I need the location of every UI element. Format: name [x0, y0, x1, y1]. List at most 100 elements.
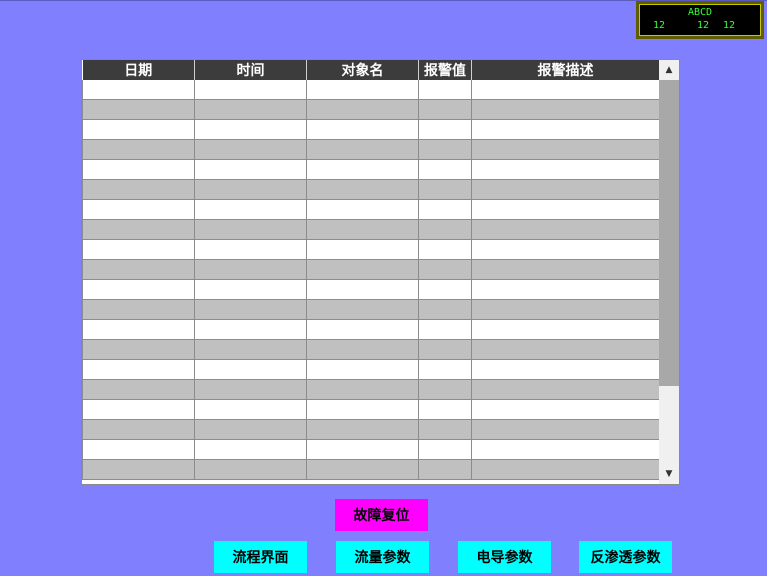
- conductivity-parameters-button[interactable]: 电导参数: [458, 541, 551, 573]
- table-cell: [306, 80, 419, 100]
- table-row[interactable]: [82, 179, 660, 200]
- process-screen-button[interactable]: 流程界面: [214, 541, 307, 573]
- table-cell: [194, 399, 307, 420]
- reverse-osmosis-parameters-button[interactable]: 反渗透参数: [579, 541, 672, 573]
- table-cell: [82, 159, 195, 180]
- column-header-date[interactable]: 日期: [82, 60, 195, 80]
- table-cell: [306, 199, 419, 220]
- table-cell: [194, 179, 307, 200]
- fault-reset-button[interactable]: 故障复位: [335, 499, 428, 531]
- table-cell: [306, 99, 419, 120]
- table-cell: [471, 139, 660, 160]
- table-cell: [82, 359, 195, 380]
- table-cell: [82, 319, 195, 340]
- table-cell: [306, 259, 419, 280]
- table-row[interactable]: [82, 299, 660, 320]
- table-row[interactable]: [82, 80, 660, 100]
- table-cell: [82, 459, 195, 480]
- table-cell: [82, 419, 195, 440]
- table-cell: [82, 379, 195, 400]
- table-row[interactable]: [82, 159, 660, 180]
- table-cell: [82, 239, 195, 260]
- table-cell: [418, 319, 472, 340]
- table-cell: [82, 259, 195, 280]
- table-cell: [418, 259, 472, 280]
- column-header-alarm-value[interactable]: 报警值: [418, 60, 472, 80]
- chevron-down-icon[interactable]: ▼: [659, 464, 679, 484]
- table-row[interactable]: [82, 119, 660, 140]
- table-row[interactable]: [82, 99, 660, 120]
- table-cell: [194, 139, 307, 160]
- table-cell: [306, 139, 419, 160]
- table-row[interactable]: [82, 399, 660, 420]
- table-row[interactable]: [82, 339, 660, 360]
- table-cell: [418, 439, 472, 460]
- scrollbar-thumb[interactable]: [659, 80, 679, 386]
- table-cell: [418, 119, 472, 140]
- table-row[interactable]: [82, 239, 660, 260]
- table-cell: [194, 119, 307, 140]
- column-header-alarm-description[interactable]: 报警描述: [471, 60, 660, 80]
- table-cell: [306, 159, 419, 180]
- table-cell: [418, 399, 472, 420]
- table-cell: [194, 419, 307, 440]
- table-row[interactable]: [82, 139, 660, 160]
- table-row[interactable]: [82, 419, 660, 440]
- vertical-scrollbar[interactable]: ▲ ▼: [659, 60, 679, 484]
- table-cell: [418, 359, 472, 380]
- table-row[interactable]: [82, 219, 660, 240]
- table-row[interactable]: [82, 379, 660, 400]
- flow-parameters-button[interactable]: 流量参数: [336, 541, 429, 573]
- table-cell: [418, 219, 472, 240]
- table-cell: [306, 379, 419, 400]
- table-cell: [306, 439, 419, 460]
- table-cell: [418, 299, 472, 320]
- table-cell: [82, 139, 195, 160]
- status-display: ABCD 12 12 12: [636, 1, 764, 39]
- status-screen: ABCD 12 12 12: [639, 4, 761, 36]
- alarm-table[interactable]: 日期 时间 对象名 报警值 报警描述 ▲ ▼: [81, 59, 680, 485]
- table-cell: [471, 419, 660, 440]
- table-cell: [194, 319, 307, 340]
- table-cell: [471, 299, 660, 320]
- table-cell: [82, 339, 195, 360]
- table-cell: [418, 159, 472, 180]
- table-cell: [82, 119, 195, 140]
- table-row[interactable]: [82, 359, 660, 380]
- chevron-up-icon[interactable]: ▲: [659, 60, 679, 80]
- table-cell: [194, 80, 307, 100]
- table-cell: [82, 279, 195, 300]
- table-cell: [306, 419, 419, 440]
- table-cell: [306, 319, 419, 340]
- table-cell: [471, 179, 660, 200]
- table-cell: [471, 199, 660, 220]
- table-cell: [194, 99, 307, 120]
- table-row[interactable]: [82, 459, 660, 480]
- table-cell: [194, 459, 307, 480]
- table-cell: [82, 439, 195, 460]
- table-cell: [194, 159, 307, 180]
- table-row[interactable]: [82, 259, 660, 280]
- table-cell: [418, 419, 472, 440]
- table-cell: [306, 359, 419, 380]
- column-header-time[interactable]: 时间: [194, 60, 307, 80]
- table-cell: [471, 279, 660, 300]
- table-cell: [418, 99, 472, 120]
- table-row[interactable]: [82, 199, 660, 220]
- table-cell: [306, 119, 419, 140]
- table-cell: [194, 259, 307, 280]
- table-cell: [471, 439, 660, 460]
- table-cell: [418, 139, 472, 160]
- table-cell: [471, 459, 660, 480]
- table-cell: [194, 199, 307, 220]
- table-cell: [418, 179, 472, 200]
- table-cell: [471, 379, 660, 400]
- table-cell: [418, 459, 472, 480]
- table-row[interactable]: [82, 439, 660, 460]
- table-cell: [418, 80, 472, 100]
- status-value-3: 12: [723, 20, 736, 31]
- column-header-object-name[interactable]: 对象名: [306, 60, 419, 80]
- table-row[interactable]: [82, 319, 660, 340]
- table-cell: [418, 279, 472, 300]
- table-row[interactable]: [82, 279, 660, 300]
